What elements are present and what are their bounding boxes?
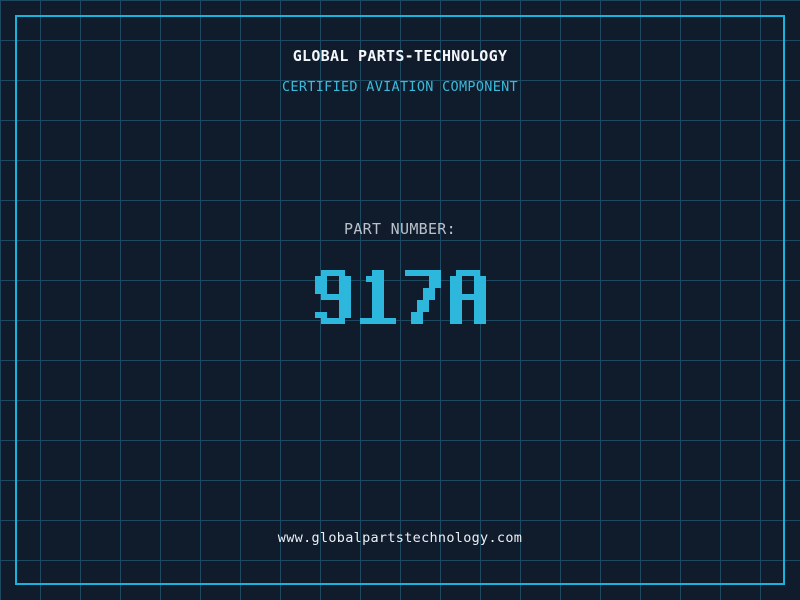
certification-subtitle: CERTIFIED AVIATION COMPONENT <box>282 79 518 95</box>
part-number-display: 917A <box>0 270 800 324</box>
part-number-pixel-art <box>314 270 486 324</box>
company-name: GLOBAL PARTS-TECHNOLOGY <box>292 47 508 65</box>
part-number-label: PART NUMBER: <box>344 220 456 238</box>
website-url: www.globalpartstechnology.com <box>277 530 523 546</box>
blueprint-grid-background: GLOBAL PARTS-TECHNOLOGY CERTIFIED AVIATI… <box>0 0 800 600</box>
